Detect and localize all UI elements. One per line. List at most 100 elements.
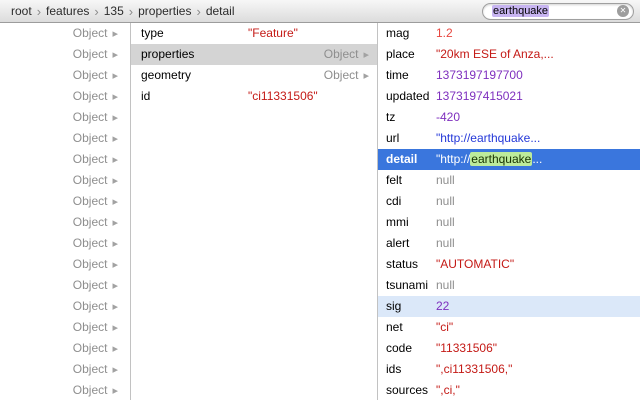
breadcrumb-separator-icon: › [36,3,42,19]
disclosure-arrow-icon: ▸ [112,217,118,229]
property-key: time [386,68,409,82]
property-row-time[interactable]: time 1373197197700 [378,65,640,86]
tree-row-object[interactable]: Object ▸ [0,338,130,359]
tree-row-object[interactable]: Object ▸ [0,65,130,86]
search-input[interactable]: earthquake [492,4,617,19]
tree-row-object[interactable]: Object ▸ [0,128,130,149]
property-row-id[interactable]: id "ci11331506" [131,86,377,107]
property-row-detail[interactable]: detail "http://earthquake... [378,149,640,170]
property-row-sources[interactable]: sources ",ci," [378,380,640,400]
property-row-code[interactable]: code "11331506" [378,338,640,359]
property-key: net [386,320,403,334]
clear-search-icon[interactable]: ✕ [617,5,629,17]
object-label: Object [72,362,108,376]
property-row-tsunami[interactable]: tsunami null [378,275,640,296]
property-key: mag [386,26,410,40]
tree-row-object[interactable]: Object ▸ [0,23,130,44]
property-key: alert [386,236,410,250]
tree-row-object[interactable]: Object ▸ [0,107,130,128]
object-label: Object [323,47,359,61]
tree-row-object[interactable]: Object ▸ [0,233,130,254]
tree-row-object[interactable]: Object ▸ [0,149,130,170]
property-row-cdi[interactable]: cdi null [378,191,640,212]
disclosure-arrow-icon: ▸ [112,385,118,397]
property-row-properties[interactable]: properties Object ▸ [131,44,377,65]
property-value: "http://earthquake... [436,149,542,170]
object-label: Object [72,173,108,187]
property-row-updated[interactable]: updated 1373197415021 [378,86,640,107]
disclosure-arrow-icon: ▸ [112,364,118,376]
tree-row-object[interactable]: Object ▸ [0,275,130,296]
tree-row-object[interactable]: Object ▸ [0,254,130,275]
breadcrumb-separator-icon: › [128,3,134,19]
property-key: place [386,47,415,61]
object-label: Object [72,47,108,61]
property-key: sig [386,299,402,313]
property-row-ids[interactable]: ids ",ci11331506," [378,359,640,380]
property-key: tsunami [386,278,429,292]
breadcrumb-item-root[interactable]: root [8,4,35,18]
property-row-url[interactable]: url "http://earthquake... [378,128,640,149]
property-value: null [436,194,455,208]
disclosure-arrow-icon: ▸ [112,28,118,40]
property-value: "ci" [436,320,454,334]
property-row-net[interactable]: net "ci" [378,317,640,338]
tree-row-object[interactable]: Object ▸ [0,44,130,65]
breadcrumb-item-properties[interactable]: properties [135,4,194,18]
property-row-place[interactable]: place "20km ESE of Anza,... [378,44,640,65]
property-value: null [436,236,455,250]
disclosure-arrow-icon: ▸ [112,196,118,208]
disclosure-arrow-icon: ▸ [363,49,369,61]
property-key: sources [386,383,429,397]
object-label: Object [72,320,108,334]
breadcrumb-item-features[interactable]: features [43,4,92,18]
property-row-felt[interactable]: felt null [378,170,640,191]
disclosure-arrow-icon: ▸ [112,154,118,166]
disclosure-arrow-icon: ▸ [112,322,118,334]
property-row-mmi[interactable]: mmi null [378,212,640,233]
property-row-tz[interactable]: tz -420 [378,107,640,128]
disclosure-arrow-icon: ▸ [112,343,118,355]
search-value: earthquake [492,4,550,17]
property-key: geometry [141,68,192,82]
tree-row-object[interactable]: Object ▸ [0,380,130,400]
search-match-highlight: earthquake [470,152,533,166]
value-suffix: ... [532,152,543,166]
search-box[interactable]: earthquake ✕ [482,2,634,20]
disclosure-arrow-icon: ▸ [112,133,118,145]
disclosure-arrow-icon: ▸ [112,259,118,271]
property-value: null [436,278,455,292]
tree-row-object[interactable]: Object ▸ [0,317,130,338]
property-row-geometry[interactable]: geometry Object ▸ [131,65,377,86]
property-row-alert[interactable]: alert null [378,233,640,254]
tree-row-object[interactable]: Object ▸ [0,170,130,191]
object-label: Object [72,194,108,208]
json-browser: Object ▸ Object ▸ Object ▸ Object ▸ Object ▸ Objec… [0,23,640,400]
tree-row-object[interactable]: Object ▸ [0,86,130,107]
property-row-sig[interactable]: sig 22 [378,296,640,317]
property-value: -420 [436,110,461,124]
property-key: url [386,131,400,145]
object-label: Object [72,68,108,82]
tree-row-object[interactable]: Object ▸ [0,212,130,233]
tree-row-object[interactable]: Object ▸ [0,359,130,380]
breadcrumb-separator-icon: › [94,3,99,19]
object-label: Object [72,236,108,250]
property-key: id [141,89,151,103]
property-value: "11331506" [436,341,498,355]
breadcrumb-item-detail[interactable]: detail [203,4,238,18]
disclosure-arrow-icon: ▸ [112,280,118,292]
breadcrumb-bar: root › features › 135 › properties › detail eart… [0,0,640,23]
tree-row-object[interactable]: Object ▸ [0,191,130,212]
property-row-mag[interactable]: mag 1.2 [378,23,640,44]
object-label: Object [72,215,108,229]
property-row-type[interactable]: type "Feature" [131,23,377,44]
property-key: type [141,26,164,40]
property-key: ids [386,362,402,376]
tree-row-object[interactable]: Object ▸ [0,296,130,317]
property-row-status[interactable]: status "AUTOMATIC" [378,254,640,275]
breadcrumb-item-135[interactable]: 135 [101,4,127,18]
property-value: Object ▸ [324,65,369,87]
breadcrumb: root › features › 135 › properties › detail [8,4,482,19]
property-value: Object ▸ [324,44,369,66]
